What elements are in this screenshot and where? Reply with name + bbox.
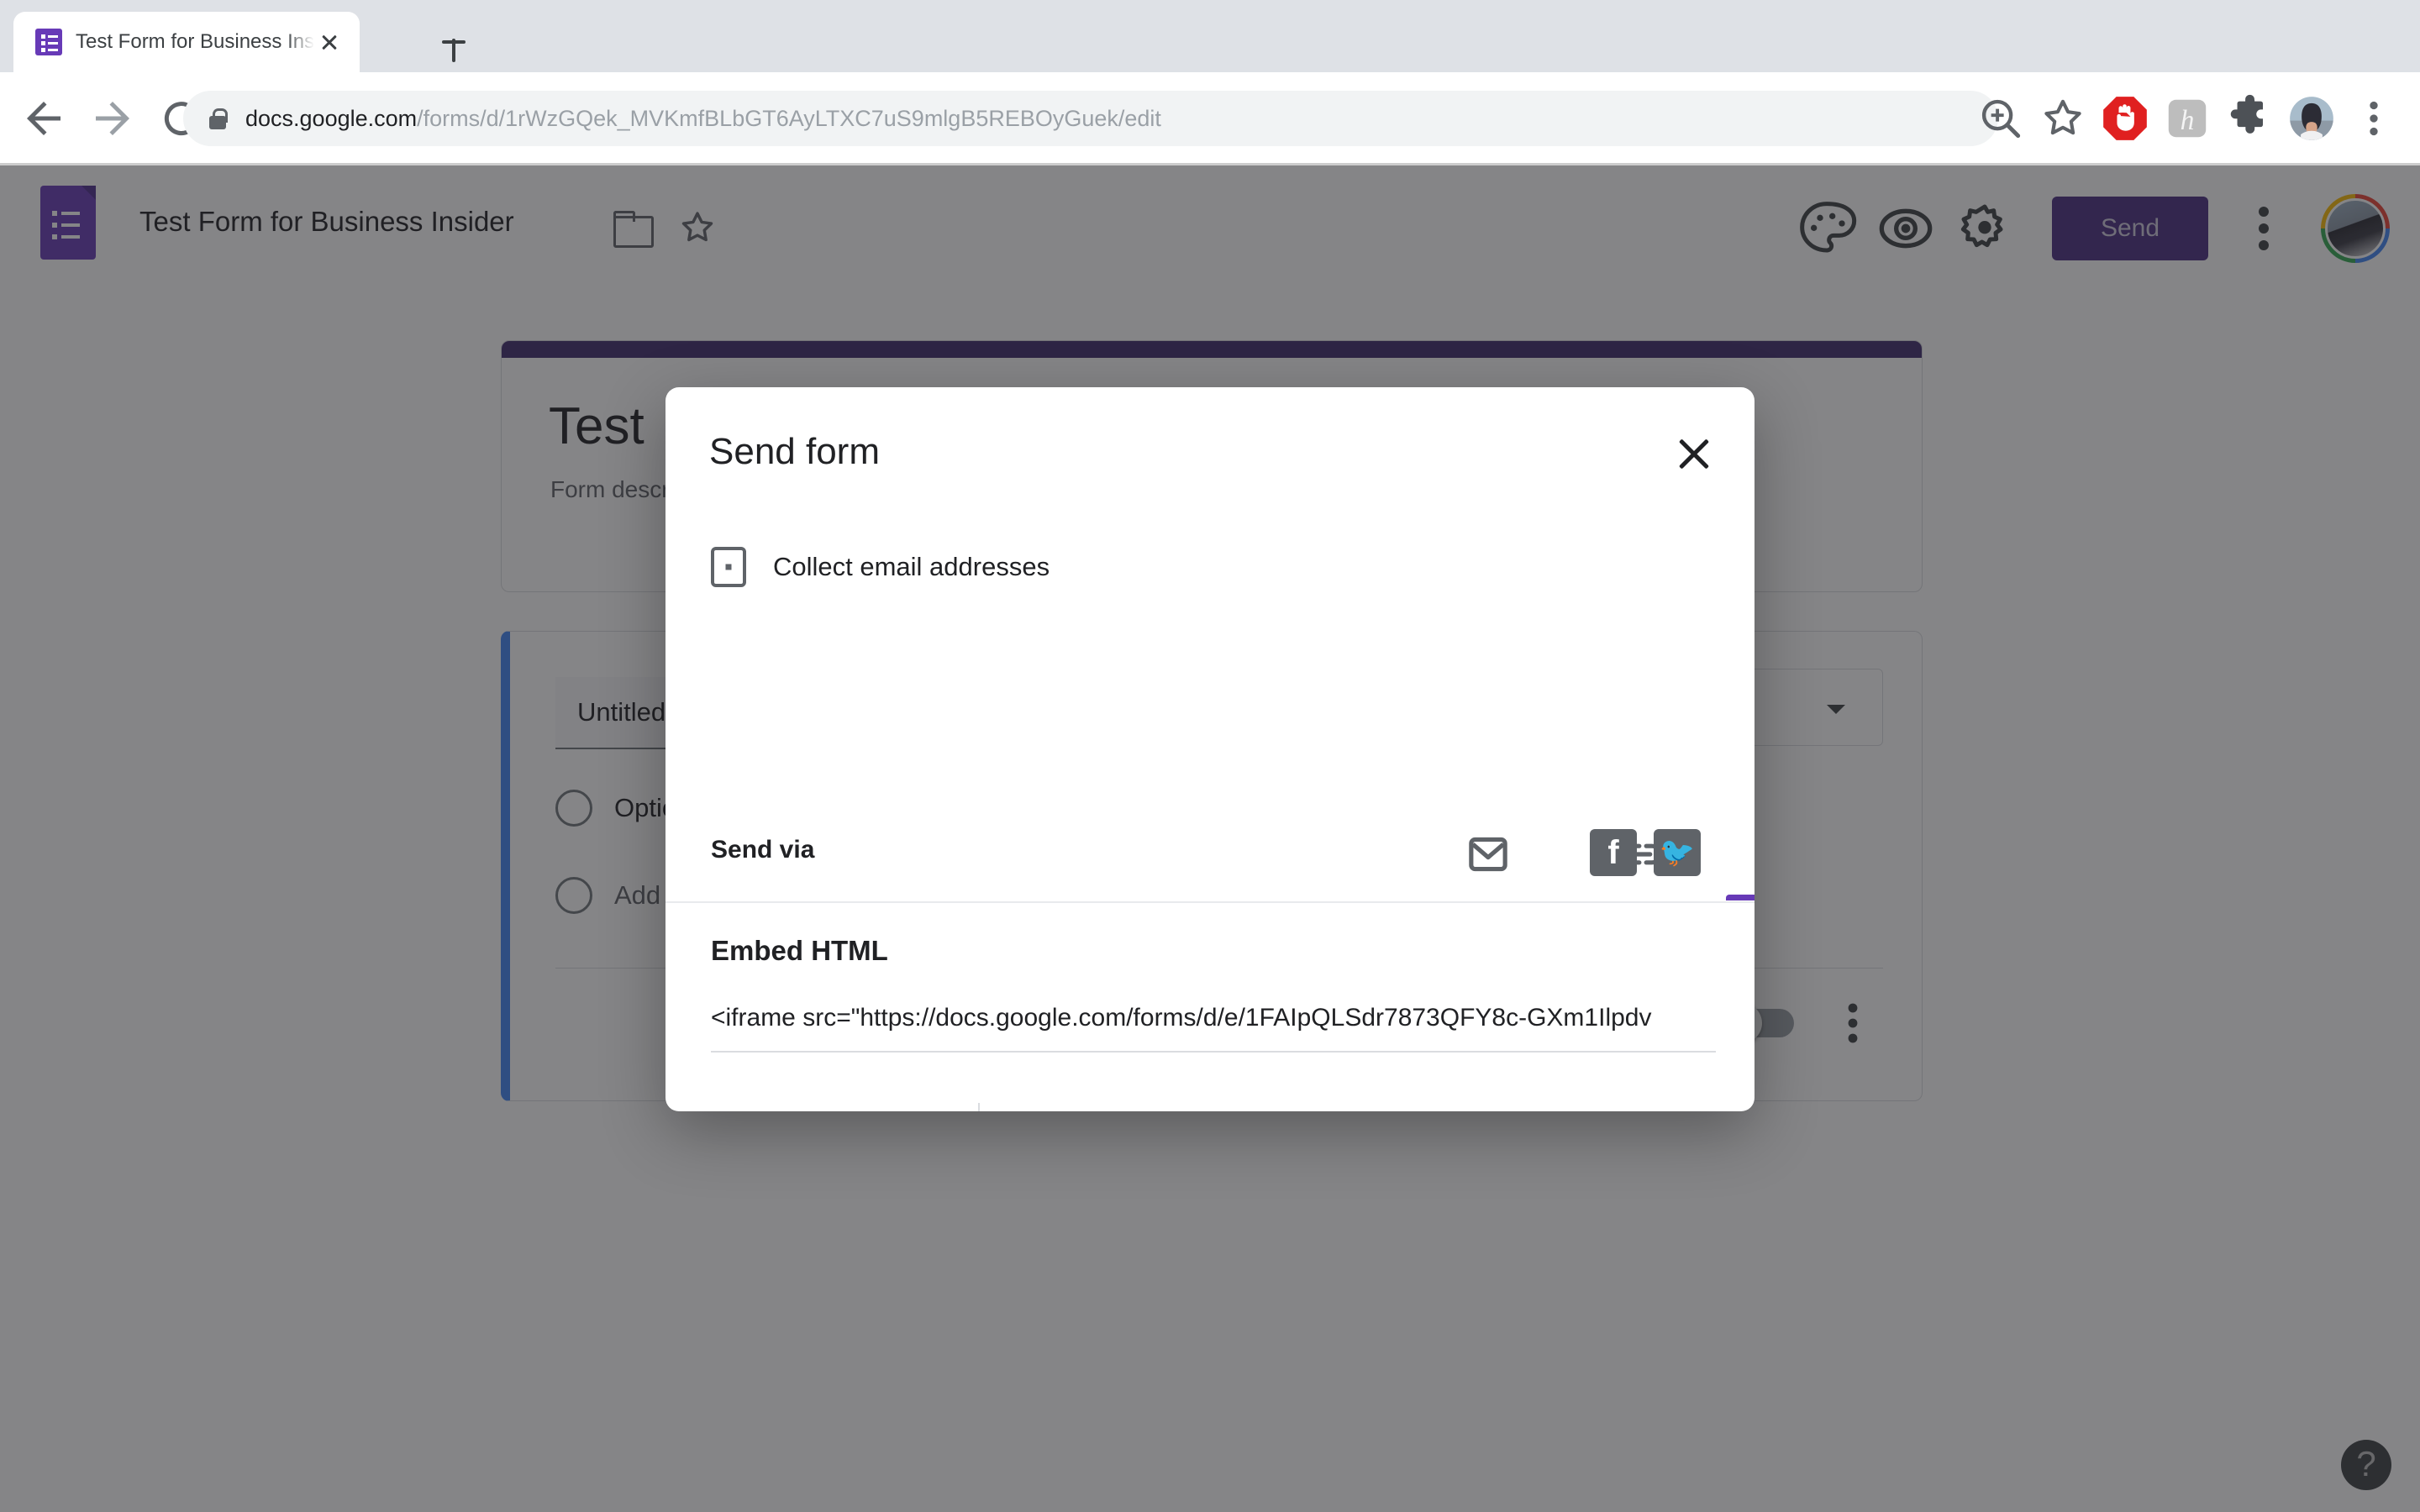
url-domain: docs.google.com <box>245 105 418 131</box>
browser-menu-icon[interactable] <box>2348 92 2400 144</box>
tab-strip: Test Form for Business Insider <box>0 0 2420 72</box>
embed-html-input[interactable]: <iframe src="https://docs.google.com/for… <box>711 1004 1716 1053</box>
zoom-in-icon[interactable] <box>1975 92 2027 144</box>
google-forms-app: Test Form for Business Insider Send <box>0 165 2420 1512</box>
embed-dimensions: Width px Height px <box>711 1103 1256 1111</box>
honey-icon[interactable]: h <box>2161 92 2213 144</box>
new-tab-button[interactable] <box>434 22 474 62</box>
profile-avatar[interactable] <box>2286 92 2338 144</box>
browser-window: Test Form for Business Insider docs.goog… <box>0 0 2420 1512</box>
url-text: docs.google.com/forms/d/1rWzGQek_MVKmfBL… <box>245 106 1161 132</box>
send-form-dialog: Send form Collect email addresses Send v… <box>666 387 1754 1111</box>
tab-title: Test Form for Business Insider <box>76 30 314 53</box>
collect-email-row[interactable]: Collect email addresses <box>711 547 1050 587</box>
close-icon[interactable] <box>314 27 345 57</box>
browser-toolbar: docs.google.com/forms/d/1rWzGQek_MVKmfBL… <box>0 72 2420 165</box>
collect-email-checkbox[interactable] <box>711 547 746 587</box>
extensions-puzzle-icon[interactable] <box>2223 92 2275 144</box>
facebook-share-icon[interactable]: f <box>1590 829 1637 876</box>
url-path: /forms/d/1rWzGQek_MVKmfBLbGT6AyLTXC7uS9m… <box>417 105 1161 131</box>
dialog-title: Send form <box>709 431 880 472</box>
bookmark-star-icon[interactable] <box>2037 92 2089 144</box>
embed-html-label: Embed HTML <box>711 935 888 966</box>
divider <box>978 1103 981 1111</box>
tab-embed[interactable] <box>1726 807 1754 901</box>
adblock-icon[interactable] <box>2099 92 2151 144</box>
send-via-label: Send via <box>711 836 815 864</box>
collect-email-label: Collect email addresses <box>773 552 1050 581</box>
lock-icon <box>207 106 229 131</box>
twitter-share-icon[interactable]: 🐦 <box>1654 829 1701 876</box>
svg-text:h: h <box>2181 105 2195 136</box>
google-forms-favicon <box>35 29 62 55</box>
divider <box>666 901 1754 903</box>
forward-icon[interactable] <box>87 93 138 144</box>
address-bar[interactable]: docs.google.com/forms/d/1rWzGQek_MVKmfBL… <box>183 91 1998 146</box>
send-via-row: Send via f 🐦 <box>666 807 1754 901</box>
back-icon[interactable] <box>18 93 69 144</box>
browser-tab[interactable]: Test Form for Business Insider <box>13 12 360 72</box>
toolbar-icons: h <box>1970 92 2405 144</box>
close-icon[interactable] <box>1670 431 1718 478</box>
tab-email[interactable] <box>1415 807 1561 901</box>
active-tab-indicator <box>1726 895 1754 900</box>
